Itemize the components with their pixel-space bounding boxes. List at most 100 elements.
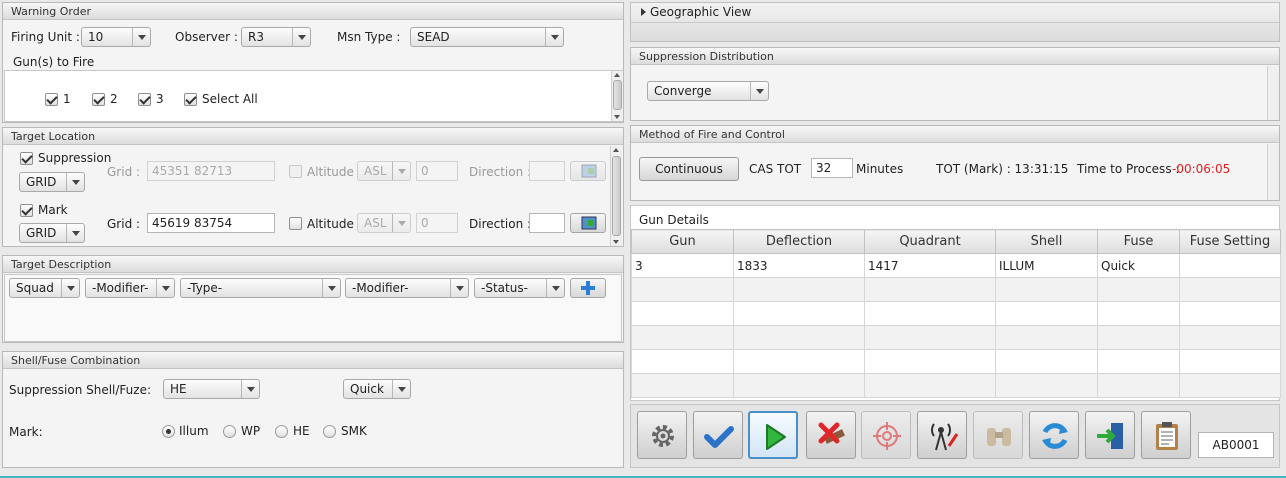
column-header-fuse[interactable]: Fuse <box>1097 229 1180 254</box>
observe-button[interactable] <box>973 411 1023 459</box>
suppression-distribution-scrollbar[interactable] <box>1267 66 1279 120</box>
column-header-shell[interactable]: Shell <box>995 229 1098 254</box>
mark-grid-type-select[interactable]: GRID <box>19 223 85 243</box>
suppression-map-pick-button[interactable] <box>570 161 606 181</box>
mark-altitude-ref-select[interactable]: ASL <box>357 213 411 233</box>
mark-checkbox[interactable] <box>20 204 33 217</box>
exit-button[interactable] <box>1085 411 1135 459</box>
mark-illum-radio[interactable] <box>162 425 175 438</box>
scroll-up-icon[interactable] <box>613 148 619 152</box>
settings-button[interactable] <box>637 411 687 459</box>
chevron-down-icon <box>322 279 340 297</box>
gun-2-checkbox[interactable] <box>92 93 105 106</box>
firing-unit-select[interactable]: 10 <box>81 27 151 47</box>
mark-direction-label: Direction : <box>469 217 532 231</box>
shell-select[interactable]: HE <box>163 379 260 399</box>
continuous-button[interactable]: Continuous <box>639 157 739 181</box>
suppression-label: Suppression <box>38 151 112 165</box>
empty-table-row <box>631 301 1281 326</box>
observer-select[interactable]: R3 <box>241 27 311 47</box>
play-icon <box>766 424 786 450</box>
column-header-quadrant[interactable]: Quadrant <box>864 229 996 254</box>
suppression-grid-type-value: GRID <box>26 175 57 189</box>
suppression-altitude-input[interactable]: 0 <box>416 161 458 181</box>
gun-3-checkbox[interactable] <box>138 93 151 106</box>
guns-scrollbar[interactable] <box>611 71 623 121</box>
fuze-value: Quick <box>350 382 384 396</box>
target-description-panel: Target Description Squad -Modifier- -Typ… <box>2 255 624 343</box>
column-header-gun[interactable]: Gun <box>631 229 734 254</box>
mission-id-field: AB0001 <box>1198 432 1274 458</box>
fuze-select[interactable]: Quick <box>343 379 411 399</box>
mark-map-pick-button[interactable] <box>570 213 606 233</box>
suppression-grid-type-select[interactable]: GRID <box>19 172 85 192</box>
type-select[interactable]: -Type- <box>180 278 341 298</box>
modifier-2-value: -Modifier- <box>352 281 409 295</box>
add-target-button[interactable] <box>570 278 606 298</box>
expand-arrow-icon[interactable] <box>641 8 646 16</box>
clipboard-icon <box>1156 422 1178 450</box>
mark-shell-label: Mark: <box>9 425 43 439</box>
guns-list: 1 2 3 Select All <box>4 70 623 122</box>
report-button[interactable] <box>1141 411 1191 459</box>
mark-grid-input[interactable]: 45619 83754 <box>147 213 275 233</box>
scroll-thumb[interactable] <box>612 156 621 236</box>
mark-illum-label: Illum <box>179 424 209 438</box>
tot-mark-label: TOT (Mark) : 13:31:15 <box>936 162 1069 176</box>
chevron-down-icon <box>392 214 410 232</box>
mark-direction-input[interactable] <box>529 213 565 233</box>
target-description-title: Target Description <box>3 256 623 273</box>
refresh-button[interactable] <box>1029 411 1079 459</box>
status-select[interactable]: -Status- <box>474 278 565 298</box>
suppression-direction-input[interactable] <box>529 161 565 181</box>
observer-value: R3 <box>248 30 264 44</box>
column-header-deflection[interactable]: Deflection <box>733 229 865 254</box>
chevron-down-icon <box>392 380 410 398</box>
scroll-up-icon[interactable] <box>614 73 620 77</box>
target-location-scrollbar[interactable] <box>610 146 622 246</box>
plus-icon <box>581 281 595 295</box>
target-location-panel: Target Location Suppression GRID Grid : … <box>2 127 624 247</box>
gun-details-title: Gun Details <box>639 213 709 227</box>
method-of-fire-title: Method of Fire and Control <box>631 126 1279 143</box>
msn-type-select[interactable]: SEAD <box>410 27 564 47</box>
scroll-thumb[interactable] <box>613 80 622 110</box>
mark-he-radio[interactable] <box>275 425 288 438</box>
suppression-altitude-checkbox[interactable] <box>289 165 302 178</box>
suppression-distribution-select[interactable]: Converge <box>647 81 769 101</box>
suppression-altitude-ref-select[interactable]: ASL <box>357 161 411 181</box>
table-row[interactable]: 3 1833 1417 ILLUM Quick <box>631 253 1281 278</box>
squad-select[interactable]: Squad <box>9 278 80 298</box>
suppression-grid-input[interactable]: 45351 82713 <box>147 161 275 181</box>
select-all-checkbox[interactable] <box>184 93 197 106</box>
geographic-view-divider <box>631 22 1279 23</box>
scroll-down-icon[interactable] <box>613 240 619 244</box>
play-button[interactable] <box>748 411 798 459</box>
confirm-button[interactable] <box>693 411 743 459</box>
suppression-checkbox[interactable] <box>20 152 33 165</box>
method-of-fire-scrollbar[interactable] <box>1267 144 1279 200</box>
gun-details-table: Gun Deflection Quadrant Shell Fuse Fuse … <box>631 229 1281 398</box>
transmit-button[interactable] <box>917 411 967 459</box>
geographic-view-header[interactable]: Geographic View <box>630 2 1280 42</box>
modifier-2-select[interactable]: -Modifier- <box>345 278 469 298</box>
cancel-mission-button[interactable] <box>806 411 856 459</box>
suppression-direction-label: Direction : <box>469 165 532 179</box>
time-to-process-value: -00:06:05 <box>1172 162 1231 176</box>
mark-altitude-checkbox[interactable] <box>289 217 302 230</box>
mark-wp-radio[interactable] <box>223 425 236 438</box>
gun-1-checkbox[interactable] <box>45 93 58 106</box>
modifier-1-select[interactable]: -Modifier- <box>85 278 175 298</box>
mark-smk-radio[interactable] <box>323 425 336 438</box>
status-value: -Status- <box>481 281 528 295</box>
mark-altitude-input[interactable]: 0 <box>416 213 458 233</box>
guns-to-fire-label: Gun(s) to Fire <box>13 55 95 69</box>
msn-type-value: SEAD <box>417 30 450 44</box>
target-button[interactable] <box>861 411 911 459</box>
empty-table-row <box>631 373 1281 398</box>
column-header-fuse-setting[interactable]: Fuse Setting <box>1179 229 1281 254</box>
cas-tot-input[interactable]: 32 <box>811 158 853 178</box>
scroll-down-icon[interactable] <box>614 115 620 119</box>
mark-wp-label: WP <box>241 424 261 438</box>
table-header-row: Gun Deflection Quadrant Shell Fuse Fuse … <box>631 229 1281 254</box>
